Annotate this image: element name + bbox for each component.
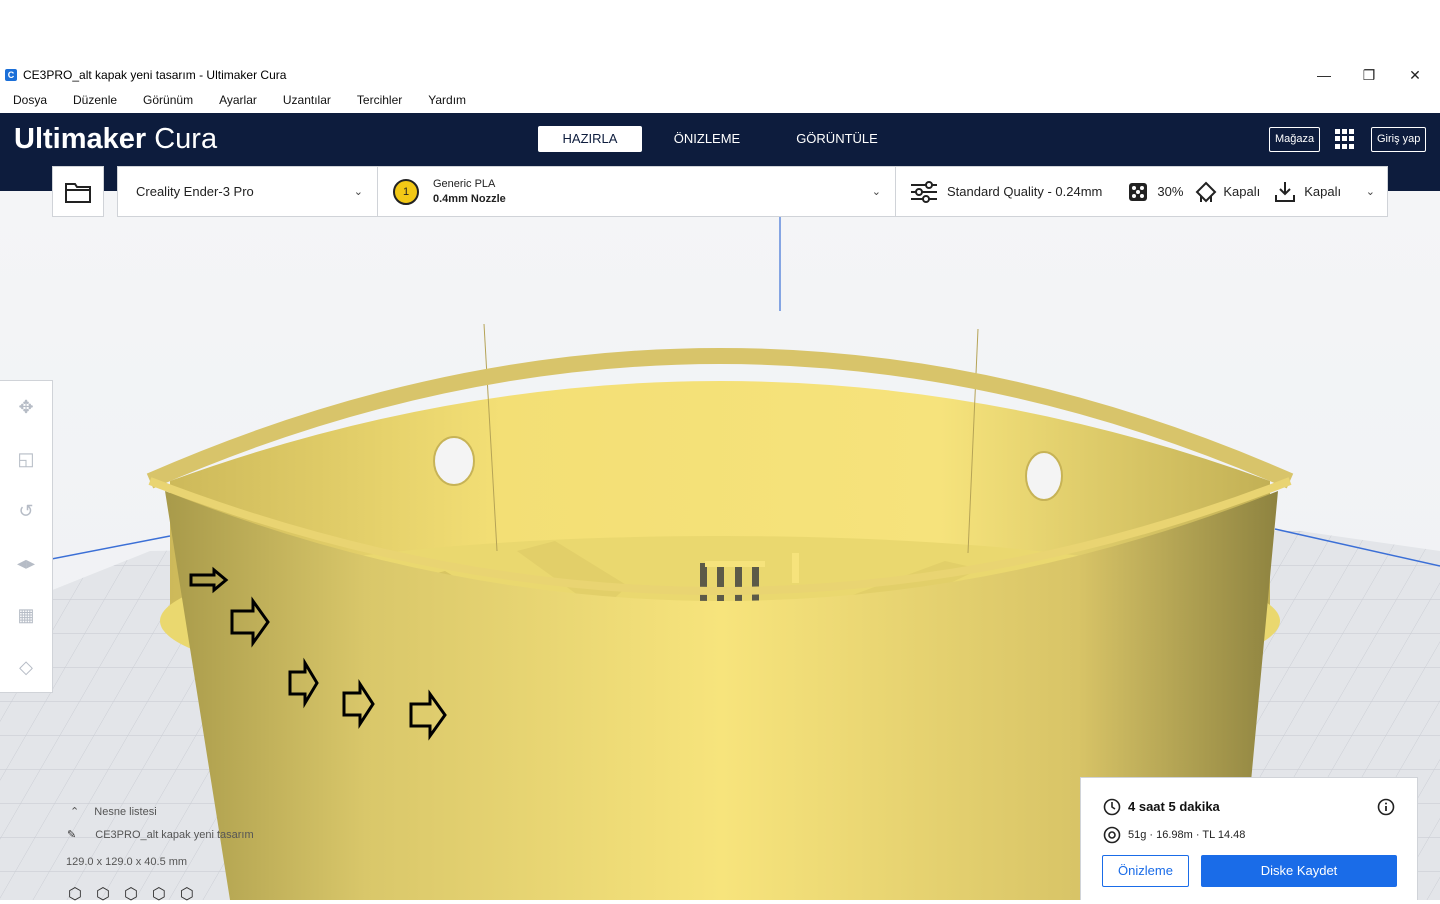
rotate-tool-icon[interactable]: ↺ [14,499,38,523]
material-selector[interactable]: 1 Generic PLA 0.4mm Nozzle ⌄ [377,167,895,216]
tab-monitor[interactable]: GÖRÜNTÜLE [772,126,902,152]
spool-icon [1103,826,1121,844]
tab-prepare[interactable]: HAZIRLA [538,126,642,152]
menu-yardim[interactable]: Yardım [428,93,466,107]
logo-bold: Ultimaker [14,123,147,155]
marketplace-button[interactable]: Mağaza [1269,127,1321,152]
clock-icon [1103,798,1121,816]
cura-app-icon: C [5,69,17,81]
login-button[interactable]: Giriş yap [1371,127,1427,152]
menu-ayarlar[interactable]: Ayarlar [219,93,257,107]
print-time: 4 saat 5 dakika [1128,799,1220,814]
material-name: Generic PLA [433,177,496,190]
model-hole-left [433,436,475,486]
printer-name: Creality Ender-3 Pro [136,184,254,199]
support-blocker-icon[interactable]: ◇ [14,655,38,679]
menu-gorunum[interactable]: Görünüm [143,93,193,107]
object-dimensions: 129.0 x 129.0 x 40.5 mm [66,856,188,868]
object-list-title: Nesne listesi [94,806,157,818]
material-usage: 51g · 16.98m · TL 14.48 [1128,829,1246,841]
pencil-icon: ✎ [67,829,77,841]
menu-tercihler[interactable]: Tercihler [357,93,402,107]
top-blank-area [0,0,1440,62]
info-icon[interactable] [1377,798,1395,816]
extruder-badge: 1 [393,178,419,205]
logo-light: Cura [154,123,218,155]
chevron-down-icon: ⌄ [871,186,881,198]
nozzle-size: 0.4mm Nozzle [433,192,506,205]
menu-dosya[interactable]: Dosya [13,93,47,107]
object-row[interactable]: ✎ CE3PRO_alt kapak yeni tasarım [67,828,254,841]
print-settings-selector[interactable]: Standard Quality - 0.24mm 30% Kapalı Kap… [895,167,1387,216]
folder-icon [65,182,91,203]
scale-tool-icon[interactable]: ◱ [14,447,38,471]
printer-config-bar: Creality Ender-3 Pro ⌄ 1 Generic PLA 0.4… [117,166,1388,217]
window-titlebar: C CE3PRO_alt kapak yeni tasarım - Ultima… [0,62,1440,88]
printer-selector[interactable]: Creality Ender-3 Pro ⌄ [118,167,377,216]
left-toolbar: ✥ ◱ ↺ ◂▸ ▦ ◇ [0,380,53,693]
chevron-down-icon: ⌄ [1365,186,1375,198]
adhesion-value: Kapalı [1304,184,1342,199]
move-tool-icon[interactable]: ✥ [14,395,38,419]
object-list-toggle[interactable]: ⌃ Nesne listesi [70,805,157,818]
stage-tabs: HAZIRLA ÖNIZLEME GÖRÜNTÜLE [538,126,902,152]
mirror-tool-icon[interactable]: ◂▸ [14,551,38,575]
infill-value: 30% [1157,184,1184,199]
restore-button[interactable]: ❐ [1346,62,1392,88]
print-summary-panel: 4 saat 5 dakika 51g · 16.98m · TL 14.48 … [1080,777,1418,900]
tab-preview[interactable]: ÖNIZLEME [642,126,772,152]
preview-button[interactable]: Önizleme [1102,855,1189,887]
chevron-up-icon: ⌃ [70,806,80,818]
save-to-disk-button[interactable]: Diske Kaydet [1201,855,1397,887]
infill-icon [1129,182,1148,201]
quality-profile: Standard Quality - 0.24mm [947,184,1103,199]
model-hole-right [1025,451,1063,501]
close-button[interactable]: ✕ [1392,62,1438,88]
per-model-settings-icon[interactable]: ▦ [14,603,38,627]
support-icon [1195,181,1217,202]
ultimaker-cura-logo: Ultimaker Cura [14,123,217,156]
open-file-button[interactable] [52,166,104,217]
view-orientation-icons[interactable]: ⬡⬡⬡⬡⬡ [68,884,208,904]
menu-uzantilar[interactable]: Uzantılar [283,93,331,107]
adhesion-icon [1275,181,1296,202]
support-value: Kapalı [1223,184,1261,199]
minimize-button[interactable]: — [1301,62,1347,88]
menu-duzenle[interactable]: Düzenle [73,93,117,107]
menu-bar: Dosya Düzenle Görünüm Ayarlar Uzantılar … [0,88,1440,112]
settings-sliders-icon [911,180,937,203]
object-name: CE3PRO_alt kapak yeni tasarım [95,829,254,841]
window-title: CE3PRO_alt kapak yeni tasarım - Ultimake… [23,68,287,82]
chevron-down-icon: ⌄ [353,186,363,198]
apps-grid-icon[interactable] [1335,129,1355,149]
